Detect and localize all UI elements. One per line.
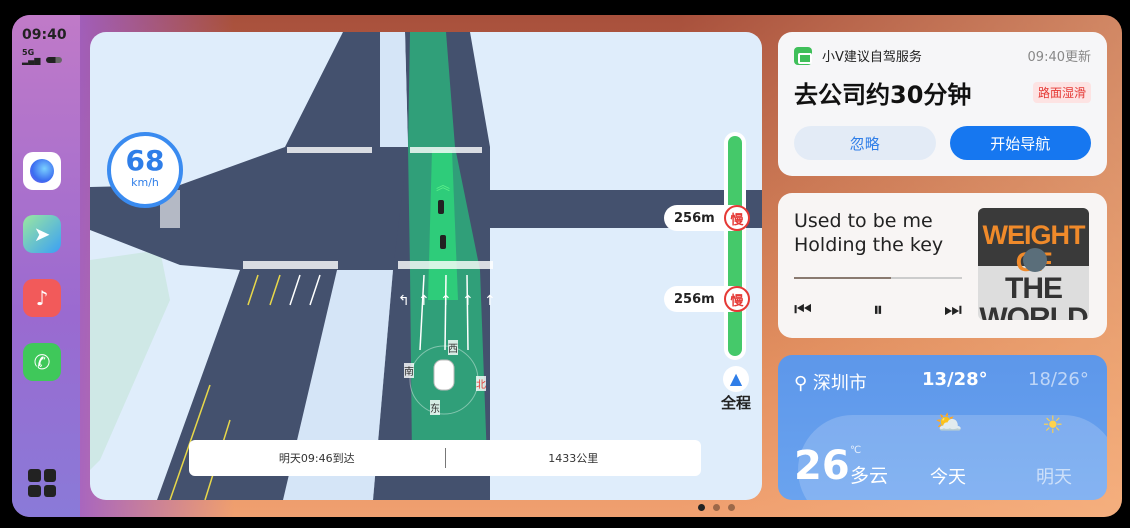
compass-east: 东 [430,400,440,415]
temp-unit: ℃ [850,445,862,456]
park-area [90,250,170,470]
phone-app-button[interactable]: ✆ [23,343,61,381]
phone-icon: ✆ [33,350,51,374]
compass-south: 南 [404,363,414,378]
svg-text:↰: ↰ [398,293,410,309]
median-strip [380,32,408,147]
suggestion-headline: 去公司约30分钟 [794,81,972,109]
ignore-button[interactable]: 忽略 [794,126,936,160]
compass-west: 西 [448,340,458,355]
status-time: 09:40 [22,27,67,43]
speedometer: 68 km/h [107,132,183,208]
pause-button[interactable]: ⏸ [873,297,883,321]
city-location: ⚲ 深圳市 [794,369,867,395]
speed-unit: km/h [131,176,159,189]
tomorrow-temp-range: 18/26° [1028,369,1089,390]
overview-label: 全程 [720,394,751,412]
overview-button[interactable]: ▲ 全程 [718,366,754,413]
assistant-bubble-icon [30,159,54,183]
compass-north: 北 [476,376,486,391]
traffic-bar-fill [728,136,742,356]
music-note-icon: ♪ [35,286,49,310]
paper-plane-icon: ➤ [33,222,51,246]
marker-distance: 256m [674,291,715,307]
start-navigation-button[interactable]: 开始导航 [949,126,1091,160]
page-dot-active[interactable] [698,504,705,511]
svg-text:↑: ↑ [440,293,452,309]
app-grid-icon[interactable] [28,469,56,497]
album-title-bottom: THE WORLD [979,272,1088,320]
next-track-button[interactable]: ⏭ [944,297,962,321]
current-temp: 26 [794,443,850,489]
eta-text: 明天09:46到达 [278,452,355,465]
globe-image [1023,248,1047,272]
suggestion-card: 小V建议自驾服务 09:40更新 去公司约30分钟 路面湿滑 忽略 开始导航 [778,32,1107,176]
today-temp-range: 13/28° [922,369,988,390]
network-signal: 5G ▂▄▆ [22,48,41,65]
slow-marker[interactable]: 256m 慢 [664,286,750,312]
road-warning-badge: 路面湿滑 [1032,82,1091,103]
progress-fill [794,277,892,279]
car-marker [433,359,455,391]
slow-icon: 慢 [724,205,750,231]
music-app-button[interactable]: ♪ [23,279,61,317]
car-screen: 09:40 5G ▂▄▆ ➤ ♪ ✆ ↰ ↑ ↑ ↑ ↑ ︽ 西 南 北 东 68 km/h… [12,15,1122,517]
location-pin-icon: ⚲ [794,373,808,394]
page-indicator[interactable] [698,504,735,511]
weather-card[interactable]: ⚲ 深圳市 13/28° 18/26° ⛅ ☀ 26 ℃ 多云 今天 明天 [778,355,1107,500]
network-type: 5G [22,48,35,57]
music-card: Used to be me Holding the key ⏮ ⏸ ⏭ WEIGHT… [778,193,1107,338]
route-traffic-bar[interactable] [724,132,746,360]
route-chevrons: ︽ [436,178,450,194]
distance-text: 1433公里 [548,452,599,465]
slow-marker[interactable]: 256m 慢 [664,205,750,231]
weather-condition: 多云 [850,465,889,487]
map-roads: ↰ ↑ ↑ ↑ ↑ ︽ [90,32,762,500]
today-label: 今天 [930,467,966,488]
marker-distance: 256m [674,210,715,226]
tomorrow-label: 明天 [1036,467,1072,488]
battery-icon [46,57,62,63]
navigation-app-button[interactable]: ➤ [23,215,61,253]
sunny-icon: ☀ [1042,411,1064,439]
previous-track-button[interactable]: ⏮ [794,297,812,321]
sidebar: 09:40 5G ▂▄▆ ➤ ♪ ✆ [12,15,80,517]
svg-text:↑: ↑ [418,293,430,309]
navigation-arrow-icon: ▲ [723,366,749,392]
assistant-app-button[interactable] [23,152,61,190]
briefcase-icon [794,46,812,65]
page-dot[interactable] [728,504,735,511]
update-time: 09:40更新 [1027,50,1091,65]
suggestion-title: 小V建议自驾服务 [822,50,922,65]
city-name: 深圳市 [812,373,867,394]
svg-text:↑: ↑ [484,293,496,309]
slow-icon: 慢 [724,286,750,312]
trip-info-bar: 明天09:46到达 1433公里 [189,440,701,476]
speed-value: 68 [125,144,165,177]
album-cover[interactable]: WEIGHT OFTHE WORLD [978,208,1089,320]
partly-cloudy-icon: ⛅ [935,411,963,436]
svg-text:↑: ↑ [462,293,474,309]
page-dot[interactable] [713,504,720,511]
navigation-map[interactable]: ↰ ↑ ↑ ↑ ↑ ︽ 西 南 北 东 68 km/h 256m 慢 256m 慢 ▲ 全程 明… [90,32,762,500]
music-progress-bar[interactable] [794,277,962,279]
